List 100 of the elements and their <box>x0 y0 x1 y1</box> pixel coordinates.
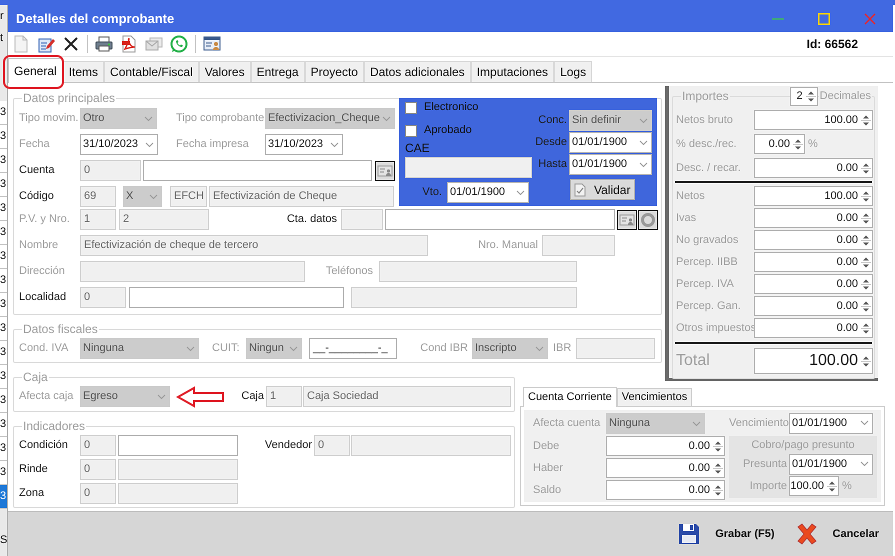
text-field[interactable] <box>143 160 372 181</box>
tab[interactable]: General <box>8 58 63 83</box>
field-label: Vto. <box>421 185 443 200</box>
date-picker[interactable]: 01/01/1900 <box>447 182 529 203</box>
chevron-icon <box>860 461 869 467</box>
lookup-button[interactable] <box>375 160 395 180</box>
group-title: Datos fiscales <box>22 322 99 336</box>
save-button[interactable]: Grabar (F5) <box>675 519 777 549</box>
checkbox[interactable] <box>405 102 417 114</box>
field-label: Percep. Gan. <box>676 298 742 314</box>
date-picker[interactable]: 01/01/1900 <box>789 454 873 474</box>
number-field[interactable]: 0.00 <box>606 480 725 500</box>
tab[interactable]: Vencimientos <box>616 388 692 406</box>
list-cell[interactable]: 3 <box>0 173 7 197</box>
checkbox[interactable] <box>405 124 417 136</box>
field-label: Afecta caja <box>19 389 74 404</box>
list-cell[interactable]: 3 <box>0 293 7 317</box>
number-field[interactable]: 0.00 <box>754 296 873 316</box>
number-field[interactable]: 0.00 <box>754 208 873 228</box>
tab[interactable]: Cuenta Corriente <box>523 387 617 407</box>
list-cell-text: t <box>0 30 4 46</box>
number-field[interactable]: 100.00 <box>754 186 873 206</box>
number-field[interactable]: 0.00 <box>754 318 873 338</box>
field-label: Condición <box>19 438 69 454</box>
text-field[interactable] <box>118 435 238 456</box>
number-field[interactable]: 0.00 <box>754 134 805 154</box>
text-field[interactable]: __-________-_ <box>309 338 397 359</box>
list-cell[interactable]: 3 <box>0 269 7 293</box>
card-icon <box>619 212 635 226</box>
field-label: Código <box>19 189 55 204</box>
number-field[interactable]: 0.00 <box>754 274 873 294</box>
field-label: Otros impuestos <box>676 320 752 336</box>
list-cell[interactable]: 3 <box>0 437 7 461</box>
tab[interactable]: Proyecto <box>304 61 364 82</box>
cancel-icon <box>794 522 819 546</box>
field-label: No gravados <box>676 232 740 248</box>
list-cell[interactable]: 3 <box>0 413 7 437</box>
field-label: Conc. <box>537 113 567 128</box>
tab[interactable]: Contable/Fiscal <box>104 61 199 82</box>
tab[interactable]: Logs <box>554 61 592 82</box>
field-label: Percep. IIBB <box>676 254 739 270</box>
list-cell[interactable]: 3 <box>0 149 7 173</box>
date-picker[interactable]: 01/01/1900 <box>569 154 652 175</box>
list-cell[interactable]: 3 <box>0 221 7 245</box>
close-icon <box>864 12 876 24</box>
list-cell[interactable]: 3 <box>0 389 7 413</box>
checkbox-label: Aprobado <box>424 123 472 138</box>
number-field[interactable]: 0.00 <box>754 158 873 178</box>
number-field[interactable]: 100.00 <box>754 348 873 374</box>
chevron-icon <box>639 162 648 168</box>
document-icon <box>13 35 29 53</box>
field-label: Cuenta <box>19 163 56 178</box>
list-cell-text: S <box>0 532 7 548</box>
chevron-icon <box>692 420 701 426</box>
cancel-button[interactable]: Cancelar <box>792 519 881 549</box>
field-label: Debe <box>533 438 560 454</box>
date-picker[interactable]: 31/10/2023 <box>80 134 158 155</box>
toolbar-button[interactable] <box>94 34 114 54</box>
delete-icon <box>64 37 78 51</box>
number-field[interactable]: 0.00 <box>606 436 725 456</box>
list-cell[interactable]: 3 <box>0 365 7 389</box>
tab[interactable]: Entrega <box>250 61 305 82</box>
validate-button[interactable]: Validar <box>570 179 635 200</box>
number-field[interactable]: 0.00 <box>754 252 873 272</box>
list-cell[interactable]: 3 <box>0 317 7 341</box>
chevron-icon <box>639 118 648 124</box>
list-cell[interactable]: 3 <box>0 485 7 509</box>
field-label: % <box>842 478 852 494</box>
field-label: Afecta cuenta <box>533 416 602 432</box>
field-label: Ivas <box>676 210 698 226</box>
field-label: Vendedor <box>264 438 312 454</box>
date-picker[interactable]: 31/10/2023 <box>265 134 343 155</box>
date-picker[interactable]: 01/01/1900 <box>789 412 873 434</box>
lookup-button[interactable] <box>638 210 658 230</box>
field-label: Desc. / recar. <box>676 160 742 176</box>
list-cell[interactable]: 3 <box>0 461 7 485</box>
field-label: Caja <box>240 389 264 404</box>
list-cell[interactable]: 3 <box>0 125 7 149</box>
lookup-button[interactable] <box>617 210 637 230</box>
tab[interactable]: Valores <box>198 61 251 82</box>
list-cell[interactable]: 3 <box>0 101 7 125</box>
tab[interactable]: Datos adicionales <box>364 61 471 82</box>
number-field[interactable]: 100.00 <box>789 476 839 496</box>
number-field[interactable]: 0.00 <box>754 230 873 250</box>
tab[interactable]: Imputaciones <box>470 61 554 82</box>
field-label: P.V. y Nro. <box>19 212 71 228</box>
date-picker[interactable]: 01/01/1900 <box>569 132 652 153</box>
list-cell[interactable]: 3 <box>0 245 7 269</box>
field-label: Cond. IVA <box>19 341 70 356</box>
list-cell[interactable]: 3 <box>0 341 7 365</box>
number-field[interactable]: 0.00 <box>606 458 725 478</box>
number-field[interactable]: 100.00 <box>754 110 873 130</box>
text-field[interactable] <box>385 209 615 230</box>
printer-icon <box>95 36 113 52</box>
field-label: Cta. datos <box>286 212 337 228</box>
ring-icon <box>640 212 656 228</box>
list-cell[interactable]: 3 <box>0 197 7 221</box>
tab[interactable]: Items <box>62 61 104 82</box>
number-field[interactable]: 2 <box>790 87 818 106</box>
text-field[interactable] <box>129 287 344 308</box>
